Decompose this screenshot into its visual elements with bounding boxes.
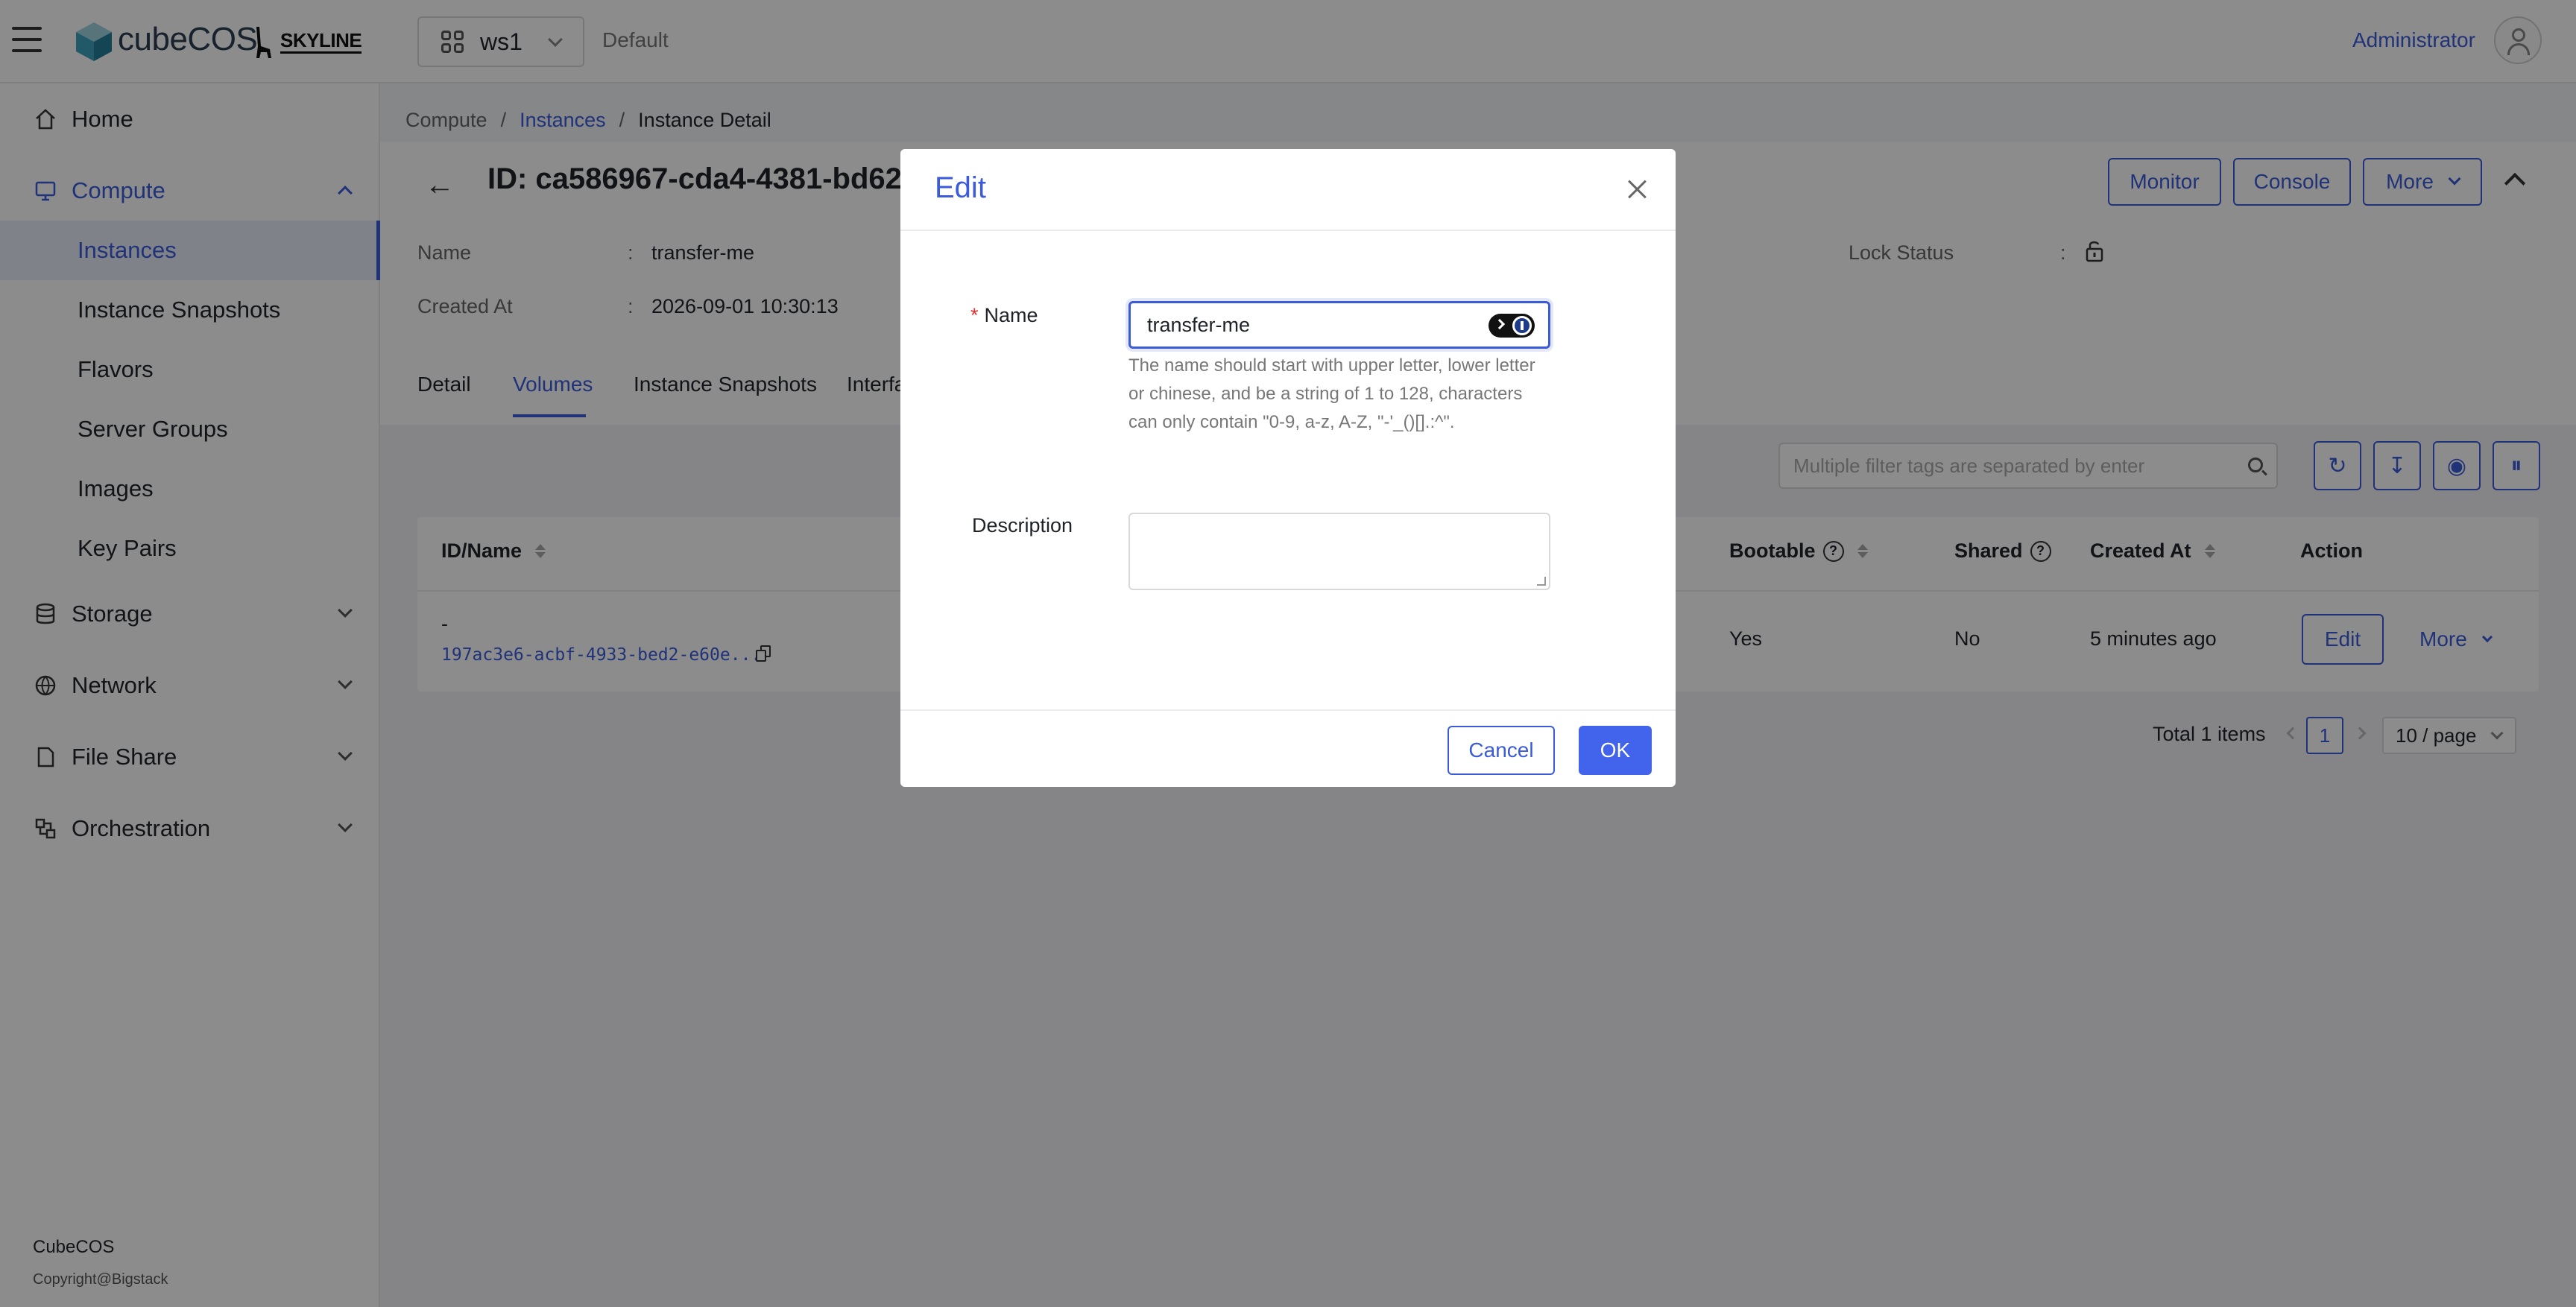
name-input-value: transfer-me [1147, 313, 1251, 336]
name-hint: The name should start with upper letter,… [1128, 355, 1535, 432]
dialog-divider [900, 709, 1676, 711]
cancel-button[interactable]: Cancel [1448, 726, 1555, 775]
dialog-title: Edit [935, 171, 986, 204]
name-label: * Name [970, 304, 1038, 327]
edit-dialog: Edit * Name transfer-me The name should s… [900, 149, 1676, 787]
name-label-text: Name [984, 304, 1038, 326]
password-manager-icon[interactable] [1489, 314, 1535, 338]
name-input[interactable]: transfer-me [1128, 301, 1550, 349]
required-marker: * [970, 304, 979, 326]
description-label: Description [972, 514, 1073, 537]
ok-button[interactable]: OK [1579, 726, 1652, 775]
dialog-divider [900, 230, 1676, 231]
close-icon[interactable] [1622, 174, 1652, 204]
resize-handle-icon[interactable] [1537, 577, 1546, 586]
description-input[interactable] [1128, 513, 1550, 590]
